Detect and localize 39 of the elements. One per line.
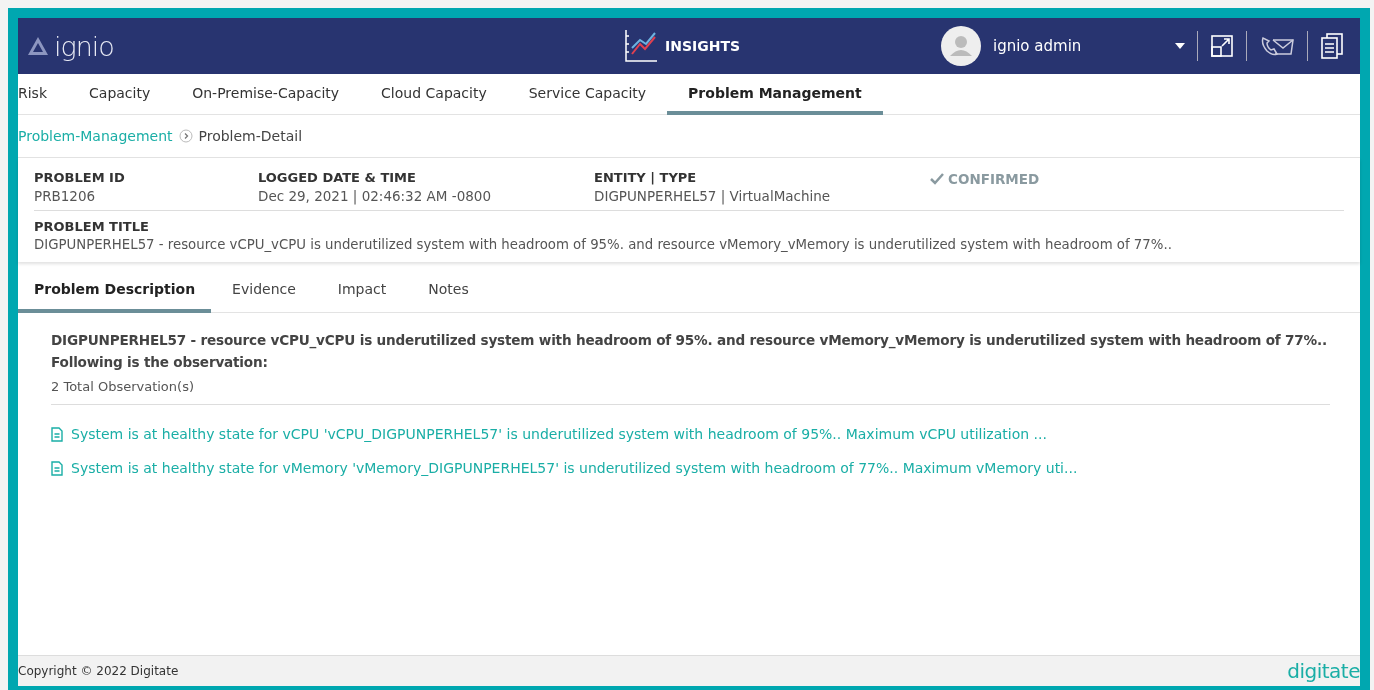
summary-text: DIGPUNPERHEL57 - resource vCPU_vCPU is underutilized system with headroom of 95%. and resource vMemory_vMemory is underutilized system with headroom of 77%.. [51,331,1328,351]
chart-icon [623,28,659,64]
document-icon [51,460,63,476]
nav-tab[interactable]: Service Capacity [507,74,668,115]
field-label: PROBLEM TITLE [34,219,150,234]
copyright-text: Copyright © 2022 Digitate [18,664,179,678]
user-name[interactable]: ignio admin [993,37,1163,55]
detail-tab[interactable]: Impact [316,268,408,313]
logo-wordmark: ignio [54,30,114,62]
detail-tab[interactable]: Notes [407,268,490,313]
field-value: DIGPUNPERHEL57 - resource vCPU_vCPU is underutilized system with headroom of 95%. and resource vMemory_vMemory is underutilized system with headroom of 77%.. [34,237,1173,252]
phone-mail-icon[interactable] [1259,34,1295,58]
check-icon [930,173,944,185]
nav-tab[interactable]: Cloud Capacity [360,74,508,115]
field-value: PRB1206 [34,188,97,204]
field-label: LOGGED DATE & TIME [258,170,417,185]
field-value: DIGPUNPERHEL57 | VirtualMachine [594,188,832,204]
field-value: Dec 29, 2021 | 02:46:32 AM -0800 [258,188,492,204]
nav-tab[interactable]: Risk [18,74,69,115]
caret-icon[interactable] [1175,43,1185,49]
status-label: CONFIRMED [948,171,1040,187]
document-icon [51,426,63,442]
nav-tab[interactable]: Capacity [68,74,172,115]
avatar-icon[interactable] [941,26,981,66]
brand-logo: digitate [1287,659,1360,683]
nav-tab[interactable]: On-Premise-Capacity [171,74,361,115]
field-label: PROBLEM ID [34,170,126,185]
expand-icon[interactable] [1210,34,1234,58]
module-title: INSIGHTS [665,38,741,54]
document-icon[interactable] [1320,32,1344,60]
breadcrumb-item: Problem-Detail [198,128,303,144]
detail-tab[interactable]: Evidence [211,268,317,313]
detail-tab[interactable]: Problem Description [18,268,212,313]
chevron-icon [178,129,193,143]
intro-text: Following is the observation: [51,353,269,372]
field-label: ENTITY | TYPE [594,170,698,185]
triangle-logo-icon [26,35,50,57]
nav-tab[interactable]: Problem Management [667,74,883,115]
observation-count: 2 Total Observation(s) [51,379,195,394]
